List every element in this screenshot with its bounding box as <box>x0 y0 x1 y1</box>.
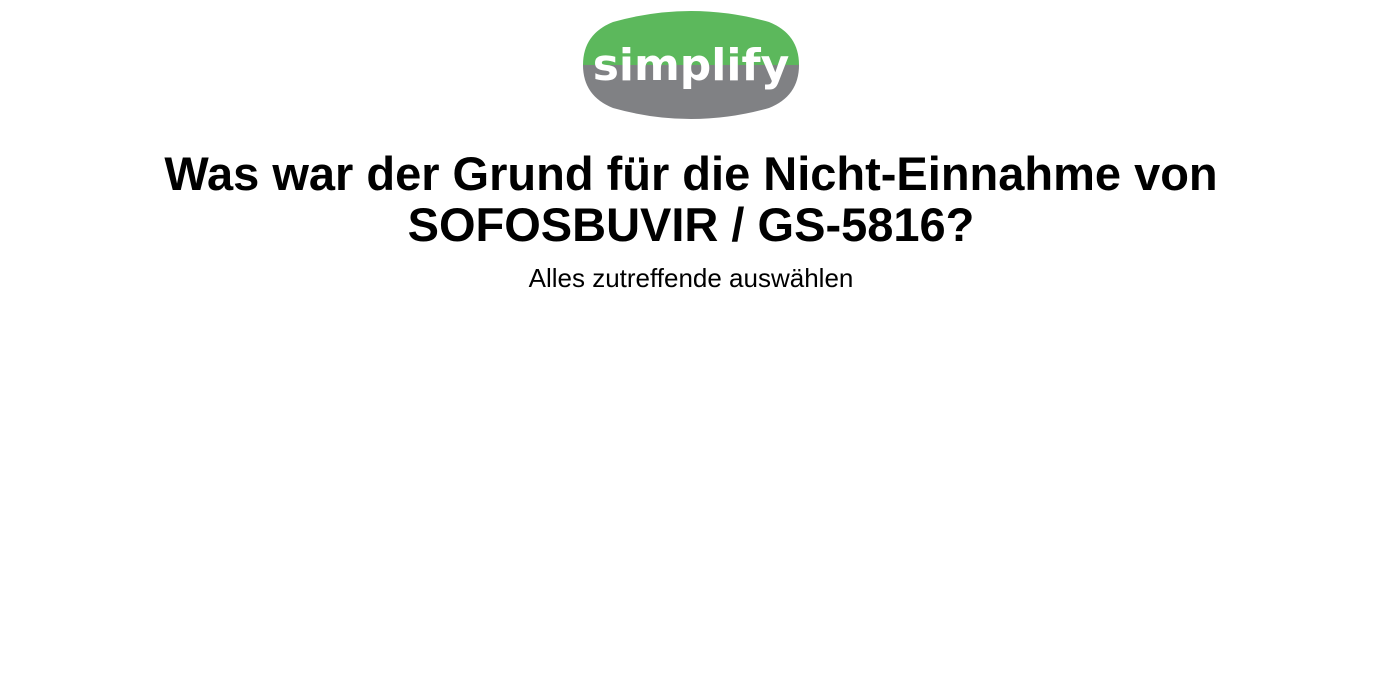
simplify-logo-graphic: simplify <box>583 11 799 119</box>
question-instruction: Alles zutreffende auswählen <box>528 263 854 293</box>
survey-page: simplify Was war der Grund für die Nicht… <box>0 0 1382 683</box>
question-title: Was war der Grund für die Nicht-Einnahme… <box>100 148 1282 250</box>
simplify-logo: simplify <box>583 10 799 120</box>
logo-wordmark: simplify <box>593 40 790 91</box>
question-line-1: Was war der Grund für die Nicht-Einnahme… <box>164 147 1218 200</box>
question-line-2: SOFOSBUVIR / GS-5816? <box>407 198 975 251</box>
